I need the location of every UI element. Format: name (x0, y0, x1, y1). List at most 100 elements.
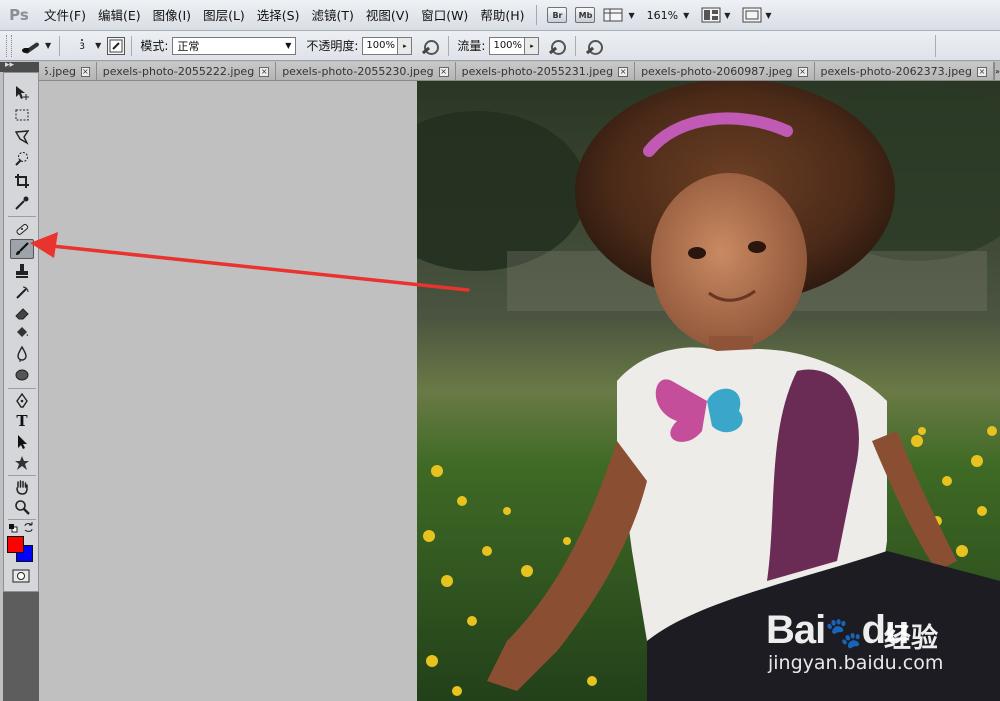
mini-bridge-icon: Mb (575, 7, 596, 23)
chevron-down-icon: ▼ (45, 41, 52, 50)
history-brush-icon (16, 286, 29, 299)
options-bar-grip[interactable] (6, 34, 12, 57)
document-tab[interactable]: pexels-photo-2055231.jpeg × (455, 62, 636, 80)
menu-filter[interactable]: 滤镜(T) (305, 0, 359, 31)
tools-panel-header[interactable]: ▸▸ (0, 60, 39, 72)
menu-file[interactable]: 文件(F) (38, 0, 92, 31)
brush-size-picker[interactable]: 3 (72, 39, 92, 52)
tab-overflow-icon[interactable]: » (993, 62, 1000, 80)
document-tab-label: pexels-photo-2055230.jpeg (282, 65, 434, 78)
brush-tool[interactable] (10, 239, 34, 259)
foreground-color-swatch[interactable] (7, 536, 24, 553)
zoom-level[interactable]: 161% (647, 9, 678, 22)
options-divider (448, 35, 450, 56)
type-tool[interactable]: T (10, 411, 34, 431)
history-brush-tool[interactable] (10, 283, 34, 303)
stamp-icon (16, 264, 28, 278)
chevron-down-icon[interactable]: ▼ (95, 41, 101, 50)
document-tab[interactable]: pexels-photo-2055230.jpeg × (276, 62, 456, 80)
eraser-icon (15, 308, 29, 320)
tool-divider (8, 388, 36, 389)
pen-tool[interactable] (10, 391, 34, 411)
opacity-slider-button[interactable]: ▸ (398, 36, 413, 55)
zoom-tool[interactable] (10, 497, 34, 517)
dodge-tool[interactable] (10, 365, 34, 385)
menu-edit[interactable]: 编辑(E) (92, 0, 147, 31)
flow-label: 流量: (457, 39, 486, 53)
shape-tool[interactable] (10, 453, 34, 473)
collapse-icon[interactable]: ▸▸ (5, 60, 14, 70)
brush-size-value: 3 (79, 42, 86, 52)
close-icon[interactable]: × (438, 66, 449, 77)
baidu-watermark: Bai🐾du 经验 jingyan.baidu.com (766, 598, 946, 678)
eyedropper-icon (15, 196, 29, 210)
arrange-documents-button[interactable]: ▼ (701, 4, 730, 26)
options-divider (131, 35, 133, 56)
menu-window[interactable]: 窗口(W) (415, 0, 474, 31)
document-tab[interactable]: c-photo-2052015.jpeg × (39, 62, 97, 80)
eyedropper-tool[interactable] (10, 193, 34, 213)
swap-colors-icon[interactable] (23, 522, 34, 533)
document-tab[interactable]: pexels-photo-2060987.jpeg × (635, 62, 815, 80)
menu-select[interactable]: 选择(S) (251, 0, 306, 31)
marquee-icon (15, 109, 29, 121)
bridge-button[interactable]: Br (547, 4, 568, 26)
crop-icon (15, 174, 29, 188)
screen-mode-button[interactable]: ▼ (742, 4, 772, 26)
hand-tool[interactable] (10, 477, 34, 497)
blend-mode-select[interactable]: 正常 ▼ (172, 36, 297, 55)
menu-help[interactable]: 帮助(H) (474, 0, 530, 31)
flow-slider-button[interactable]: ▸ (525, 36, 540, 55)
photoshop-logo: Ps (9, 6, 29, 24)
size-pressure-icon[interactable] (584, 37, 604, 55)
crop-tool[interactable] (10, 171, 34, 191)
paint-bucket-tool[interactable] (10, 323, 34, 343)
close-icon[interactable]: × (259, 66, 270, 77)
close-icon[interactable]: × (618, 66, 629, 77)
opacity-pressure-icon[interactable] (420, 37, 440, 55)
arrange-documents-icon (701, 7, 721, 23)
close-icon[interactable]: × (797, 66, 808, 77)
brush-panel-toggle[interactable] (107, 36, 126, 55)
marquee-tool[interactable] (10, 105, 34, 125)
close-icon[interactable]: × (976, 66, 987, 77)
brush-icon (20, 37, 42, 55)
pen-icon (16, 393, 28, 408)
default-colors-icon[interactable] (8, 523, 18, 533)
document-tab[interactable]: pexels-photo-2055222.jpeg × (96, 62, 277, 80)
options-bar: ▼ 3 ▼ 模式: 正常 ▼ 不透明度: 100% ▸ 流量: 100% ▸ (0, 31, 1000, 61)
screen-mode-icon (742, 7, 762, 23)
bandage-icon (16, 223, 29, 235)
watermark-url: jingyan.baidu.com (768, 652, 944, 674)
menu-layer[interactable]: 图层(L) (197, 0, 251, 31)
chevron-down-icon[interactable]: ▼ (683, 11, 689, 20)
view-extras-button[interactable]: ▼ (603, 4, 635, 26)
flow-input[interactable]: 100% (489, 36, 526, 55)
close-icon[interactable]: × (81, 66, 90, 77)
opacity-input[interactable]: 100% (362, 36, 399, 55)
bucket-icon (17, 327, 28, 337)
document-tab-label: pexels-photo-2055231.jpeg (461, 65, 614, 78)
brush-icon (16, 242, 29, 255)
blur-tool[interactable] (10, 344, 34, 364)
path-select-tool[interactable] (10, 432, 34, 452)
move-tool[interactable] (10, 83, 34, 103)
eraser-tool[interactable] (10, 303, 34, 323)
menu-bar: Ps 文件(F) 编辑(E) 图像(I) 图层(L) 选择(S) 滤镜(T) 视… (0, 0, 1000, 31)
mini-bridge-button[interactable]: Mb (575, 4, 596, 26)
healing-brush-tool[interactable] (10, 219, 34, 239)
options-divider (575, 35, 577, 56)
lasso-tool[interactable] (10, 127, 34, 147)
quick-select-tool[interactable] (10, 149, 34, 169)
tools-panel: T (3, 72, 39, 592)
quick-mask-icon[interactable] (12, 569, 30, 583)
tool-preset-picker[interactable]: ▼ (20, 37, 51, 55)
menu-view[interactable]: 视图(V) (360, 0, 415, 31)
tool-divider (8, 519, 36, 520)
menu-image[interactable]: 图像(I) (147, 0, 197, 31)
options-divider (59, 35, 61, 56)
document-tab[interactable]: pexels-photo-2062373.jpeg × (814, 62, 994, 80)
clone-stamp-tool[interactable] (10, 261, 34, 281)
brush-tip-icon (81, 39, 84, 41)
airbrush-icon[interactable] (547, 37, 567, 55)
